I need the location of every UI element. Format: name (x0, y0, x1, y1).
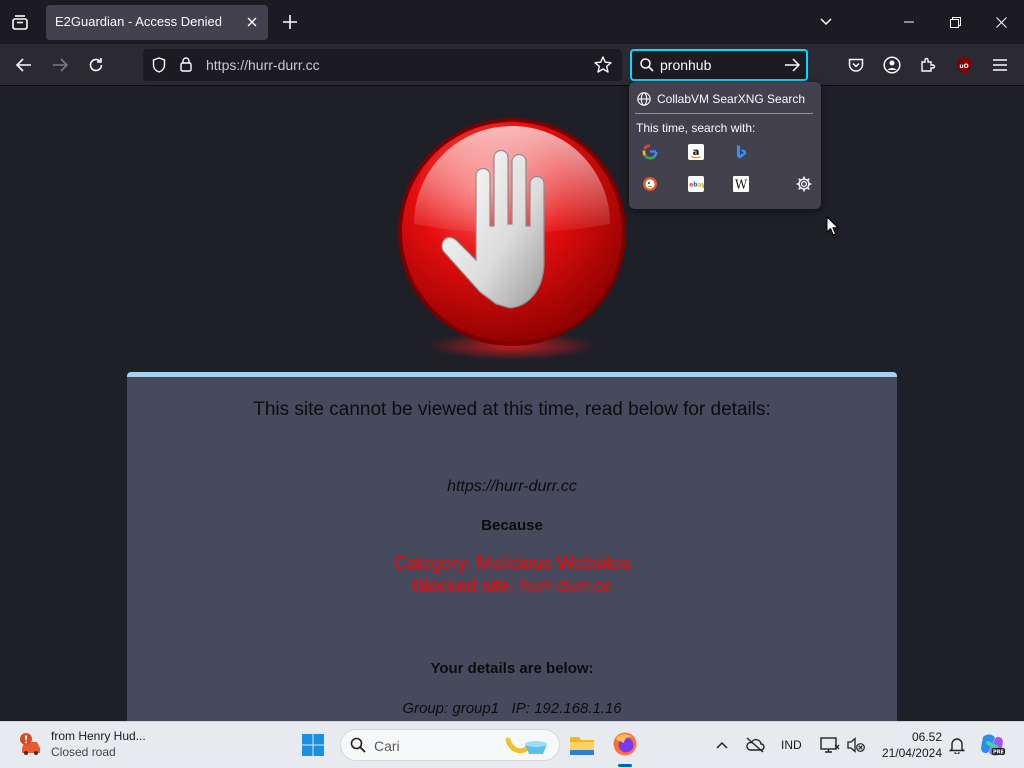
navigation-toolbar: https://hurr-durr.cc pronhub uO (0, 44, 1024, 86)
new-tab-button[interactable] (279, 11, 301, 33)
search-one-offs-popup: CollabVM SearXNG Search This time, searc… (629, 82, 821, 209)
block-message-card: This site cannot be viewed at this time,… (127, 372, 897, 721)
traffic-widget-title[interactable]: from Henry Hud... (51, 729, 146, 743)
svg-text:W: W (735, 178, 748, 192)
globe-icon (637, 92, 651, 106)
duckduckgo-icon[interactable] (640, 174, 660, 194)
reload-button[interactable] (84, 53, 108, 77)
close-icon (247, 17, 257, 27)
clock-time[interactable]: 06.52 (880, 730, 942, 744)
extensions-button[interactable] (916, 53, 940, 77)
amazon-icon[interactable]: a (686, 142, 706, 162)
wikipedia-icon[interactable]: W (731, 174, 751, 194)
url-bar[interactable]: https://hurr-durr.cc (143, 49, 622, 81)
taskbar-search-box[interactable]: Cari (340, 729, 560, 761)
shield-icon[interactable] (152, 57, 166, 78)
reload-icon (89, 58, 103, 72)
network-icon[interactable] (816, 731, 844, 759)
puzzle-icon (921, 57, 936, 72)
svg-text:a: a (693, 147, 700, 158)
ebay-icon[interactable]: ebay (686, 174, 706, 194)
svg-text:ebay: ebay (689, 182, 704, 189)
minimize-icon (904, 21, 914, 23)
url-text[interactable]: https://hurr-durr.cc (206, 57, 320, 73)
ublock-origin-button[interactable]: uO (952, 53, 976, 77)
traffic-alert-icon[interactable] (17, 731, 45, 759)
blocked-url: https://hurr-durr.cc (447, 478, 577, 495)
traffic-widget-subtitle[interactable]: Closed road (51, 745, 116, 759)
hamburger-menu-icon (993, 59, 1007, 71)
screen: E2Guardian - Access Denied https://hurr-… (0, 0, 1024, 768)
search-icon (640, 58, 654, 77)
chevron-down-icon (820, 18, 832, 26)
clock-date[interactable]: 21/04/2024 (874, 746, 942, 760)
account-button[interactable] (880, 53, 904, 77)
restore-icon (949, 16, 961, 28)
volume-muted-icon[interactable] (842, 731, 870, 759)
bing-icon[interactable] (731, 142, 751, 162)
copilot-icon[interactable]: PRE (978, 731, 1006, 759)
windows-taskbar: from Henry Hud... Closed road Cari IND 0… (0, 721, 1024, 768)
settings-gear-icon[interactable] (794, 174, 814, 194)
search-bar[interactable]: pronhub (630, 49, 808, 81)
onedrive-offline-icon[interactable] (741, 731, 769, 759)
active-app-indicator (618, 764, 632, 767)
firefox-icon[interactable] (611, 730, 639, 758)
search-go-button[interactable] (784, 58, 801, 77)
stop-hand-icon (392, 114, 632, 369)
search-highlight-icon (505, 734, 551, 761)
tab-list-button[interactable] (8, 10, 32, 34)
bookmark-star-icon[interactable] (594, 56, 612, 78)
search-with-hint: This time, search with: (636, 121, 756, 135)
group-ip-info: Group: group1 IP: 192.168.1.16 (402, 700, 622, 717)
tab-strip: E2Guardian - Access Denied (0, 0, 1024, 44)
account-icon (883, 56, 901, 74)
tab-active[interactable]: E2Guardian - Access Denied (46, 5, 268, 40)
file-explorer-icon[interactable] (568, 731, 596, 759)
details-heading: Your details are below: (430, 660, 594, 677)
pocket-icon (848, 58, 864, 72)
lock-icon[interactable] (180, 57, 192, 77)
windows-logo-icon (302, 734, 324, 756)
because-label: Because (481, 517, 543, 534)
default-search-engine[interactable]: CollabVM SearXNG Search (637, 90, 805, 108)
back-button[interactable] (12, 53, 36, 77)
block-category: Category: Malicious Websites (393, 553, 631, 573)
start-button[interactable] (299, 731, 327, 759)
svg-text:PRE: PRE (993, 750, 1005, 756)
search-icon (350, 737, 366, 758)
notification-bell-icon[interactable] (943, 731, 971, 759)
google-icon[interactable] (640, 142, 660, 162)
tab-close-button[interactable] (244, 14, 260, 30)
back-arrow-icon (16, 58, 31, 72)
tab-list-icon (12, 15, 28, 30)
ublock-origin-icon: uO (957, 57, 971, 73)
mouse-cursor-icon (826, 215, 840, 242)
tab-title: E2Guardian - Access Denied (55, 14, 222, 29)
search-input[interactable]: pronhub (660, 57, 711, 73)
close-icon (995, 16, 1007, 28)
restore-button[interactable] (941, 8, 969, 36)
show-hidden-icons-button[interactable] (708, 731, 736, 759)
blocked-site: Blocked site: hurr-durr.cc (412, 576, 612, 596)
chevron-up-icon (716, 741, 728, 749)
taskbar-search-placeholder: Cari (374, 738, 400, 754)
arrow-right-icon (785, 58, 801, 72)
plus-icon (283, 15, 297, 29)
pocket-button[interactable] (844, 53, 868, 77)
block-heading: This site cannot be viewed at this time,… (253, 399, 771, 420)
app-menu-button[interactable] (988, 53, 1012, 77)
minimize-button[interactable] (895, 8, 923, 36)
page-content: This site cannot be viewed at this time,… (0, 86, 1024, 721)
forward-arrow-icon (53, 58, 68, 72)
input-language-indicator[interactable]: IND (781, 738, 802, 752)
popup-divider (635, 113, 813, 114)
list-all-tabs-button[interactable] (812, 8, 840, 36)
close-window-button[interactable] (987, 8, 1015, 36)
forward-button[interactable] (48, 53, 72, 77)
search-engine-name: CollabVM SearXNG Search (657, 92, 806, 106)
svg-text:uO: uO (959, 63, 968, 70)
